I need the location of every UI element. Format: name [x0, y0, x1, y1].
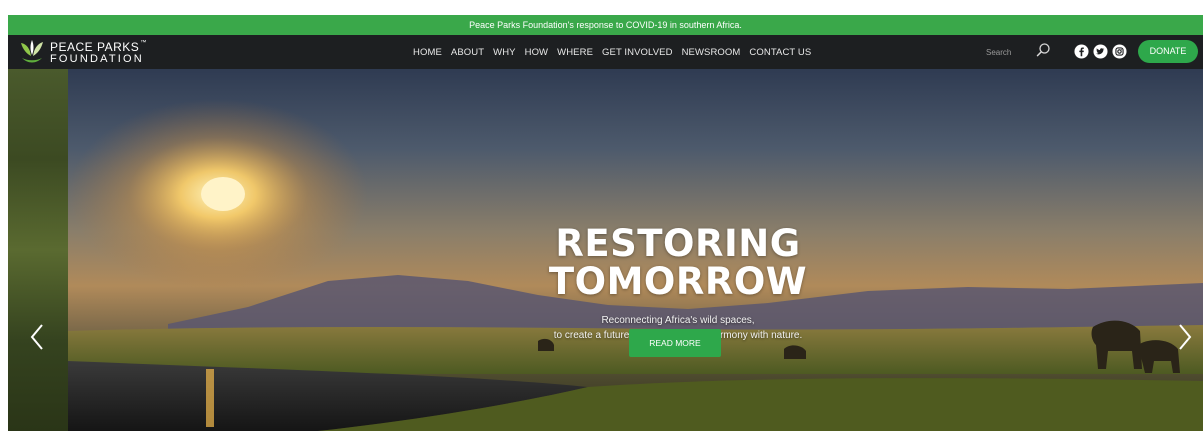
- peace-parks-logo[interactable]: PEACE PARKS™ FOUNDATION: [18, 38, 178, 66]
- headline-line1: RESTORING: [555, 222, 801, 265]
- logo-wordmark-line2: FOUNDATION: [50, 53, 144, 65]
- headline-line2: TOMORROW: [548, 260, 808, 303]
- nav-home[interactable]: HOME: [413, 47, 442, 58]
- nav-newsroom[interactable]: NEWSROOM: [682, 47, 741, 58]
- leaf-logo-icon: [21, 40, 43, 63]
- carousel-next-arrow-icon[interactable]: [1172, 319, 1196, 355]
- hero-headline: RESTORING TOMORROW: [488, 225, 868, 301]
- search-icon[interactable]: [1035, 42, 1051, 58]
- previous-slide-preview[interactable]: [8, 69, 68, 431]
- browser-viewport: Peace Parks Foundation's response to COV…: [8, 15, 1203, 431]
- covid-announcement-bar[interactable]: Peace Parks Foundation's response to COV…: [8, 15, 1203, 35]
- facebook-icon[interactable]: [1074, 44, 1089, 59]
- subheadline-line1: Reconnecting Africa's wild spaces,: [601, 315, 755, 326]
- carousel-prev-arrow-icon[interactable]: [26, 319, 50, 355]
- logo-wordmark-line1: PEACE PARKS™: [50, 40, 147, 54]
- hero-carousel: RESTORING TOMORROW Reconnecting Africa's…: [8, 69, 1203, 431]
- instagram-icon[interactable]: [1112, 44, 1127, 59]
- nav-get-involved[interactable]: GET INVOLVED: [602, 47, 673, 58]
- donate-button[interactable]: DONATE: [1138, 40, 1198, 63]
- main-navbar: PEACE PARKS™ FOUNDATION HOME ABOUT WHY H…: [8, 35, 1203, 69]
- nav-contact-us[interactable]: CONTACT US: [749, 47, 811, 58]
- nav-why[interactable]: WHY: [493, 47, 515, 58]
- nav-about[interactable]: ABOUT: [451, 47, 484, 58]
- read-more-button[interactable]: READ MORE: [629, 329, 721, 357]
- twitter-icon[interactable]: [1093, 44, 1108, 59]
- hero-caption: RESTORING TOMORROW Reconnecting Africa's…: [488, 225, 868, 343]
- primary-nav: HOME ABOUT WHY HOW WHERE GET INVOLVED NE…: [413, 35, 820, 69]
- announcement-text: Peace Parks Foundation's response to COV…: [469, 20, 742, 30]
- nav-where[interactable]: WHERE: [557, 47, 593, 58]
- nav-how[interactable]: HOW: [525, 47, 549, 58]
